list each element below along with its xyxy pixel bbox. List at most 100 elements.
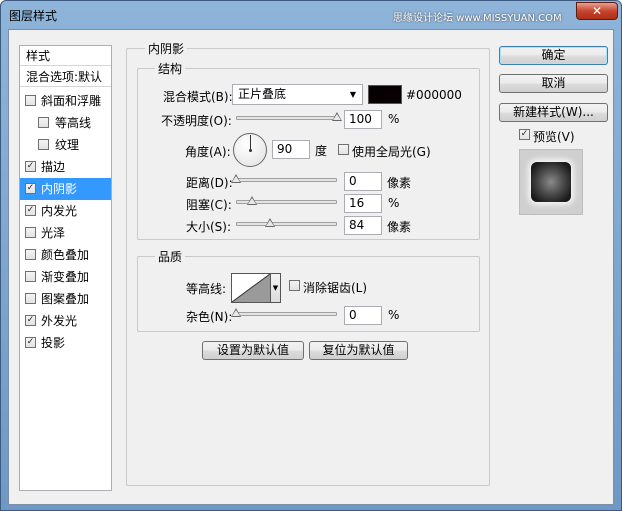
- distance-label: 距离(D):: [186, 176, 233, 190]
- noise-input[interactable]: 0: [344, 306, 382, 325]
- sidebar-item-label: 颜色叠加: [41, 248, 90, 262]
- sidebar-item-checkbox[interactable]: ✓: [25, 205, 36, 216]
- sidebar-item[interactable]: 颜色叠加: [20, 244, 111, 266]
- window-title: 图层样式: [9, 9, 58, 23]
- contour-dropdown[interactable]: ▼: [271, 273, 281, 303]
- choke-unit: %: [388, 196, 400, 210]
- title-bar[interactable]: 图层样式 思缘设计论坛 www.MISSYUAN.COM ✕: [1, 1, 621, 29]
- ok-button[interactable]: 确定: [499, 46, 608, 65]
- opacity-label: 不透明度(O):: [161, 114, 232, 128]
- cancel-button[interactable]: 取消: [499, 74, 608, 93]
- size-input[interactable]: 84: [344, 216, 382, 235]
- sidebar-item-label: 投影: [41, 336, 66, 350]
- shadow-color-hex: #000000: [406, 88, 462, 102]
- sidebar-item[interactable]: ✓ 外发光: [20, 310, 111, 332]
- choke-label: 阻塞(C):: [186, 198, 232, 212]
- opacity-slider-track[interactable]: [236, 116, 337, 120]
- global-light-checkbox[interactable]: [338, 144, 349, 155]
- sidebar-item-label: 渐变叠加: [41, 270, 90, 284]
- blend-mode-select[interactable]: 正片叠底 ▼: [232, 84, 363, 105]
- distance-input[interactable]: 0: [344, 172, 382, 191]
- sidebar-item-checkbox[interactable]: ✓: [25, 183, 36, 194]
- close-button[interactable]: ✕: [576, 2, 618, 20]
- sidebar-item[interactable]: 斜面和浮雕: [20, 90, 111, 112]
- sidebar-header-styles[interactable]: 样式: [20, 46, 111, 66]
- preview-checkbox[interactable]: ✓: [519, 129, 530, 140]
- size-label: 大小(S):: [186, 220, 232, 234]
- quality-title: 品质: [155, 248, 186, 265]
- sidebar-item-checkbox[interactable]: [25, 293, 36, 304]
- noise-slider-track[interactable]: [236, 312, 337, 316]
- opacity-unit: %: [388, 112, 400, 126]
- sidebar-item[interactable]: 纹理: [20, 134, 111, 156]
- distance-unit: 像素: [387, 176, 412, 190]
- angle-dial[interactable]: [233, 133, 267, 167]
- sidebar-item-label: 内发光: [41, 204, 78, 218]
- sidebar-item-checkbox[interactable]: ✓: [25, 315, 36, 326]
- noise-label: 杂色(N):: [186, 310, 233, 324]
- sidebar-item-label: 外发光: [41, 314, 78, 328]
- sidebar-item-checkbox[interactable]: [38, 117, 49, 128]
- size-slider-track[interactable]: [236, 222, 337, 226]
- opacity-input[interactable]: 100: [344, 110, 382, 129]
- antialias-checkbox[interactable]: [289, 280, 300, 291]
- sidebar-item-checkbox[interactable]: ✓: [25, 161, 36, 172]
- dialog-client: 样式 混合选项:默认 斜面和浮雕等高线纹理 ✓ 描边 ✓ 内阴影 ✓ 内发光光泽颜色叠加渐变…: [8, 29, 614, 505]
- sidebar-item[interactable]: ✓ 内发光: [20, 200, 111, 222]
- sidebar-item-label: 内阴影: [41, 182, 78, 196]
- angle-dial-center: [249, 149, 252, 152]
- blend-mode-label: 混合模式(B):: [163, 90, 233, 104]
- antialias-label: 消除锯齿(L): [303, 281, 368, 295]
- sidebar-item[interactable]: 图案叠加: [20, 288, 111, 310]
- sidebar-item-checkbox[interactable]: [38, 139, 49, 150]
- style-preview-thumbnail: [519, 149, 583, 215]
- sidebar-item-label: 描边: [41, 160, 66, 174]
- sidebar-item-checkbox[interactable]: [25, 271, 36, 282]
- sidebar-item[interactable]: ✓ 投影: [20, 332, 111, 354]
- inner-shadow-title: 内阴影: [145, 40, 188, 57]
- sidebar-item-label: 图案叠加: [41, 292, 90, 306]
- sidebar-item-label: 纹理: [55, 138, 80, 152]
- sidebar-item-label: 斜面和浮雕: [41, 94, 102, 108]
- shadow-color-swatch[interactable]: [368, 85, 402, 104]
- contour-curve-icon: [232, 274, 270, 302]
- sidebar-item[interactable]: 等高线: [20, 112, 111, 134]
- choke-input[interactable]: 16: [344, 194, 382, 213]
- new-style-button[interactable]: 新建样式(W)...: [499, 103, 608, 122]
- opacity-slider-thumb[interactable]: [332, 112, 342, 121]
- preview-swatch: [531, 162, 571, 202]
- angle-label: 角度(A):: [185, 145, 231, 159]
- noise-slider-thumb[interactable]: [231, 308, 241, 317]
- preview-label: 预览(V): [533, 130, 575, 144]
- angle-input[interactable]: 90: [272, 140, 310, 159]
- sidebar-item-checkbox[interactable]: [25, 249, 36, 260]
- choke-slider-thumb[interactable]: [247, 196, 258, 205]
- chevron-down-icon: ▼: [272, 284, 279, 292]
- chevron-down-icon: ▼: [349, 90, 356, 99]
- sidebar-header-blending-options[interactable]: 混合选项:默认: [20, 67, 111, 87]
- sidebar-item-checkbox[interactable]: [25, 227, 36, 238]
- size-slider-thumb[interactable]: [265, 218, 276, 227]
- size-unit: 像素: [387, 220, 412, 234]
- sidebar-item-checkbox[interactable]: [25, 95, 36, 106]
- blend-mode-value: 正片叠底: [238, 87, 287, 101]
- sidebar-item[interactable]: 光泽: [20, 222, 111, 244]
- styles-sidebar: 样式 混合选项:默认 斜面和浮雕等高线纹理 ✓ 描边 ✓ 内阴影 ✓ 内发光光泽颜色叠加渐变…: [19, 45, 112, 491]
- global-light-label: 使用全局光(G): [352, 145, 431, 159]
- reset-to-default-button[interactable]: 复位为默认值: [309, 341, 408, 360]
- distance-slider-track[interactable]: [236, 178, 337, 182]
- contour-label: 等高线:: [186, 282, 227, 296]
- distance-slider-thumb[interactable]: [231, 174, 241, 183]
- layer-style-dialog: 图层样式 思缘设计论坛 www.MISSYUAN.COM ✕ 样式 混合选项:默…: [0, 0, 622, 511]
- sidebar-item[interactable]: ✓ 描边: [20, 156, 111, 178]
- angle-unit: 度: [315, 144, 328, 158]
- close-icon: ✕: [591, 4, 603, 18]
- structure-title: 结构: [155, 60, 186, 77]
- sidebar-item[interactable]: 渐变叠加: [20, 266, 111, 288]
- noise-unit: %: [388, 308, 400, 322]
- contour-picker[interactable]: [231, 273, 271, 303]
- sidebar-item-checkbox[interactable]: ✓: [25, 337, 36, 348]
- watermark-text: 思缘设计论坛 www.MISSYUAN.COM: [393, 13, 562, 24]
- set-as-default-button[interactable]: 设置为默认值: [202, 341, 304, 360]
- sidebar-item[interactable]: ✓ 内阴影: [20, 178, 111, 200]
